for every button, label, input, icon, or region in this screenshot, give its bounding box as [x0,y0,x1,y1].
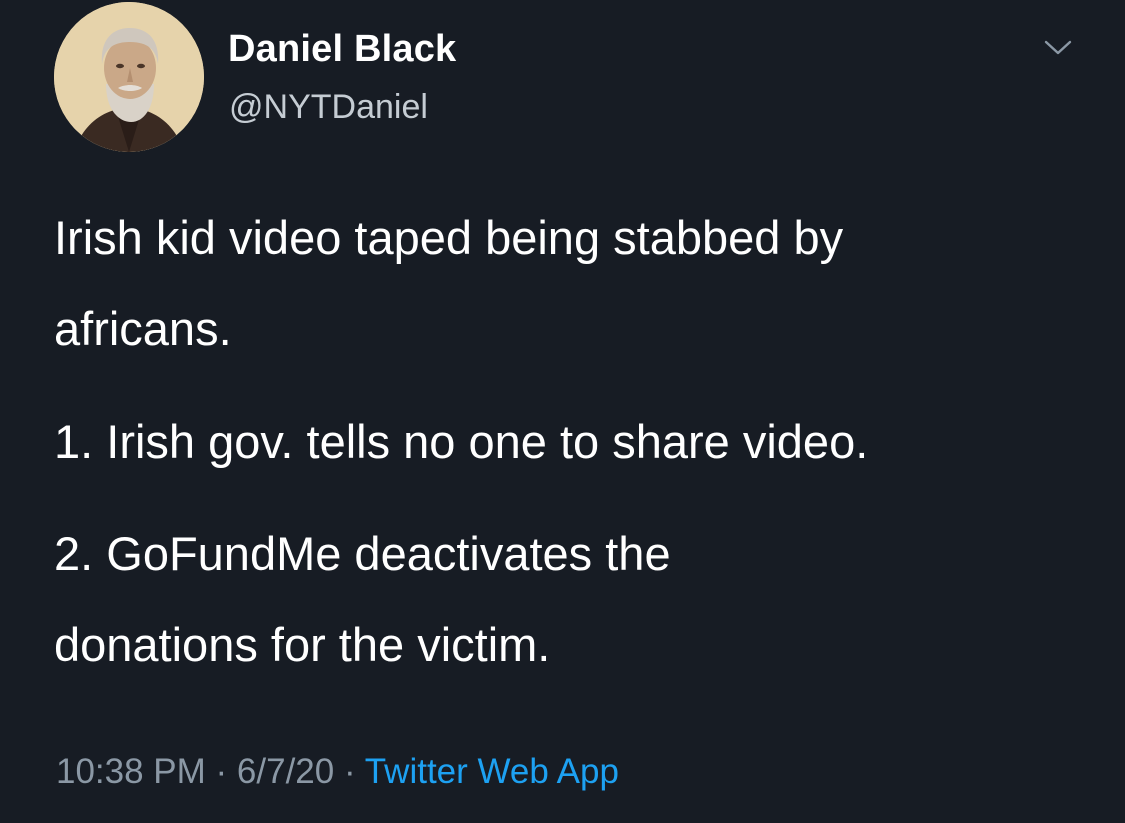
display-name[interactable]: Daniel Black [228,28,456,71]
tweet-line: 2. GoFundMe deactivates the [54,527,671,580]
portrait-image [54,2,204,152]
tweet-meta: 10:38 PM · 6/7/20 · Twitter Web App [56,752,619,792]
chevron-down-icon[interactable] [1040,36,1076,60]
meta-separator: · [205,752,237,791]
tweet-line: donations for the victim. [54,618,551,671]
avatar[interactable] [54,2,204,152]
meta-separator: · [334,752,365,791]
tweet-line: 1. Irish gov. tells no one to share vide… [54,415,869,468]
tweet-card: Daniel Black @NYTDaniel Irish kid video … [0,0,1125,823]
tweet-line: Irish kid video taped being stabbed by [54,211,844,264]
user-handle[interactable]: @NYTDaniel [229,88,428,127]
tweet-line: africans. [54,302,232,355]
tweet-date[interactable]: 6/7/20 [237,752,334,791]
tweet-time[interactable]: 10:38 PM [56,752,206,791]
tweet-source-link[interactable]: Twitter Web App [365,752,619,791]
